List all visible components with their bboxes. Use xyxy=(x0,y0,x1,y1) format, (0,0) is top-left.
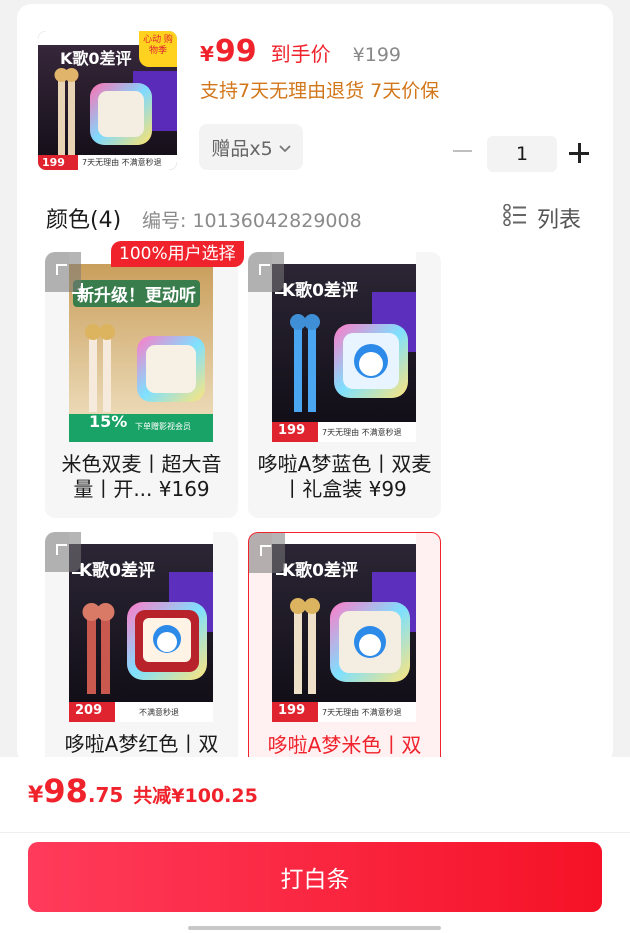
variant-card-doraemon-red[interactable]: K歌0差评 209 不满意秒退 哆啦A梦红色丨双 xyxy=(45,532,238,764)
pay-with-baitiao-button[interactable]: 打白条 xyxy=(28,842,602,912)
gifts-dropdown[interactable]: 赠品x5 xyxy=(199,124,303,170)
variant-image: K歌0差评 199 7天无理由 不满意秒退 xyxy=(272,252,416,442)
sku-sheet: K歌0差评 心动 购物季 199 7天无理由 不满意秒退 ¥ 99 到手价 ¥1… xyxy=(17,4,613,764)
chevron-down-icon xyxy=(279,136,291,158)
price-tag: 到手价 xyxy=(270,42,331,66)
original-price: ¥199 xyxy=(352,44,402,66)
total-symbol: ¥ xyxy=(28,783,44,808)
return-policy: 支持7天无理由退货 7天价保 xyxy=(200,80,440,102)
variant-caption: 哆啦A梦米色丨双 xyxy=(267,733,422,757)
variant-image-price: 199 xyxy=(278,703,306,718)
total-price: ¥ 98 .75 共减¥100.25 xyxy=(28,772,258,810)
divider xyxy=(0,832,630,833)
variant-image-footer: 下单赠影视会员 xyxy=(135,422,191,431)
home-indicator[interactable] xyxy=(188,926,441,930)
quantity-input[interactable]: 1 xyxy=(487,136,557,172)
variant-caption: 哆啦A梦红色丨双 xyxy=(64,732,219,756)
list-view-toggle[interactable]: 列表 xyxy=(503,202,581,234)
variant-image-title: K歌0差评 xyxy=(282,561,359,581)
quantity-decrease-button[interactable] xyxy=(453,141,473,161)
thumbnail-badge: 心动 购物季 xyxy=(139,31,177,67)
thumbnail-title: K歌0差评 xyxy=(60,49,132,68)
variant-image-footer: 不满意秒退 xyxy=(139,708,179,717)
variant-caption: 米色双麦丨超大音量丨开... ¥169 xyxy=(61,452,222,501)
product-thumbnail[interactable]: K歌0差评 心动 购物季 199 7天无理由 不满意秒退 xyxy=(38,31,177,170)
expand-icon[interactable] xyxy=(248,252,286,294)
variant-image-title: K歌0差评 xyxy=(282,281,359,301)
variant-card-beige-dual-mic[interactable]: 新升级！更动听 15% 下单赠影视会员 米色双麦丨超大音量丨开... ¥169 xyxy=(45,252,238,518)
final-price: 99 xyxy=(214,34,257,69)
variant-image-price: 209 xyxy=(75,703,103,718)
color-section-title: 颜色(4) xyxy=(46,208,122,233)
variant-card-doraemon-beige[interactable]: K歌0差评 199 7天无理由 不满意秒退 哆啦A梦米色丨双 xyxy=(248,532,441,764)
variant-caption: 哆啦A梦蓝色丨双麦丨礼盒装 ¥99 xyxy=(257,452,432,501)
gifts-label: 赠品x5 xyxy=(211,137,273,160)
thumbnail-promo: 7天无理由 不满意秒退 xyxy=(82,158,162,167)
total-decimal: .75 xyxy=(87,783,124,807)
variant-image: K歌0差评 199 7天无理由 不满意秒退 xyxy=(272,533,416,722)
variant-image-price: 199 xyxy=(278,423,306,438)
product-code: 编号: 10136042829008 xyxy=(142,210,362,232)
list-icon xyxy=(503,203,527,232)
variant-image-title: 新升级！更动听 xyxy=(73,280,200,307)
thumbnail-price: 199 xyxy=(42,156,65,169)
variant-image: 新升级！更动听 15% 下单赠影视会员 xyxy=(69,252,213,442)
variant-card-doraemon-blue[interactable]: K歌0差评 199 7天无理由 不满意秒退 哆啦A梦蓝色丨双麦丨礼盒装 ¥99 xyxy=(248,252,441,518)
price-row: ¥ 99 到手价 ¥199 xyxy=(200,34,401,78)
expand-icon[interactable] xyxy=(45,252,83,294)
discount-total: 共减¥100.25 xyxy=(133,785,258,807)
variant-image-percent: 15% xyxy=(89,412,128,431)
expand-icon[interactable] xyxy=(45,532,83,574)
expand-icon[interactable] xyxy=(249,533,287,575)
total-integer: 98 xyxy=(43,772,88,810)
variant-image: K歌0差评 209 不满意秒退 xyxy=(69,532,213,722)
variant-image-footer: 7天无理由 不满意秒退 xyxy=(322,708,402,717)
popular-badge: 100%用户选择 xyxy=(111,241,244,267)
variant-image-title: K歌0差评 xyxy=(79,561,156,581)
variant-image-footer: 7天无理由 不满意秒退 xyxy=(322,428,402,437)
quantity-increase-button[interactable] xyxy=(569,143,589,163)
list-view-label: 列表 xyxy=(537,208,582,233)
price-symbol: ¥ xyxy=(200,42,214,66)
